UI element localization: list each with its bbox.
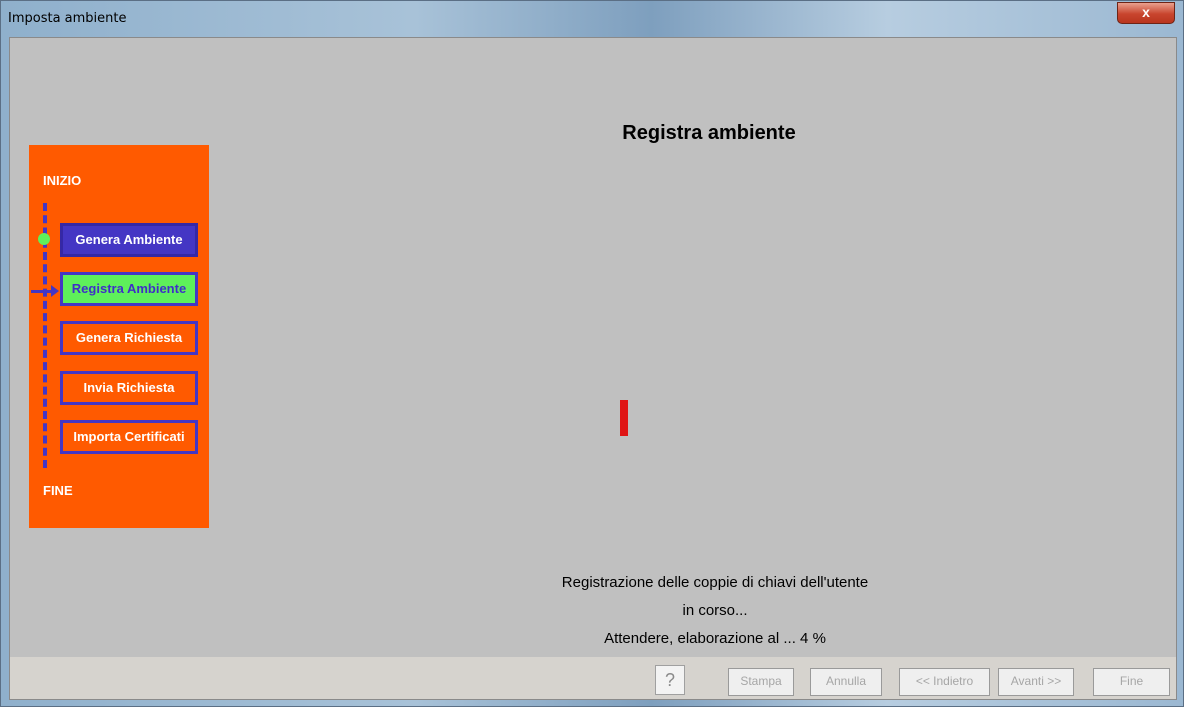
- close-icon: x: [1142, 4, 1150, 20]
- start-label: INIZIO: [43, 173, 82, 188]
- status-text-line2: in corso...: [682, 602, 748, 619]
- help-button[interactable]: ?: [655, 665, 685, 695]
- title-bar[interactable]: Imposta ambiente x: [1, 1, 1183, 37]
- annulla-button[interactable]: Annulla: [810, 668, 882, 696]
- window-title: Imposta ambiente: [8, 11, 127, 26]
- page-title: Registra ambiente: [622, 122, 796, 144]
- close-button[interactable]: x: [1117, 2, 1175, 24]
- completed-dot-icon: [38, 233, 50, 245]
- step-genera-ambiente: Genera Ambiente: [60, 223, 198, 257]
- current-step-arrow-icon: [31, 290, 53, 293]
- progress-indicator: [620, 400, 628, 436]
- step-registra-ambiente: Registra Ambiente: [60, 272, 198, 306]
- step-invia-richiesta: Invia Richiesta: [60, 371, 198, 405]
- indietro-button[interactable]: << Indietro: [899, 668, 990, 696]
- app-window: Imposta ambiente x Registra ambiente INI…: [0, 0, 1184, 707]
- button-bar: ? Stampa Annulla << Indietro Avanti >> F…: [10, 657, 1176, 699]
- status-text-line1: Registrazione delle coppie di chiavi del…: [561, 574, 869, 591]
- stampa-button[interactable]: Stampa: [728, 668, 794, 696]
- status-text-line3: Attendere, elaborazione al ... 4 %: [604, 630, 826, 647]
- wizard-content: Registra ambiente INIZIO Genera Ambiente…: [9, 37, 1177, 700]
- step-importa-certificati: Importa Certificati: [60, 420, 198, 454]
- end-label: FINE: [43, 483, 73, 498]
- question-mark-icon: ?: [664, 670, 675, 690]
- wizard-steps-panel: INIZIO Genera Ambiente Registra Ambiente…: [29, 145, 209, 528]
- step-genera-richiesta: Genera Richiesta: [60, 321, 198, 355]
- arrow-head-icon: [51, 285, 59, 297]
- fine-button[interactable]: Fine: [1093, 668, 1170, 696]
- avanti-button[interactable]: Avanti >>: [998, 668, 1074, 696]
